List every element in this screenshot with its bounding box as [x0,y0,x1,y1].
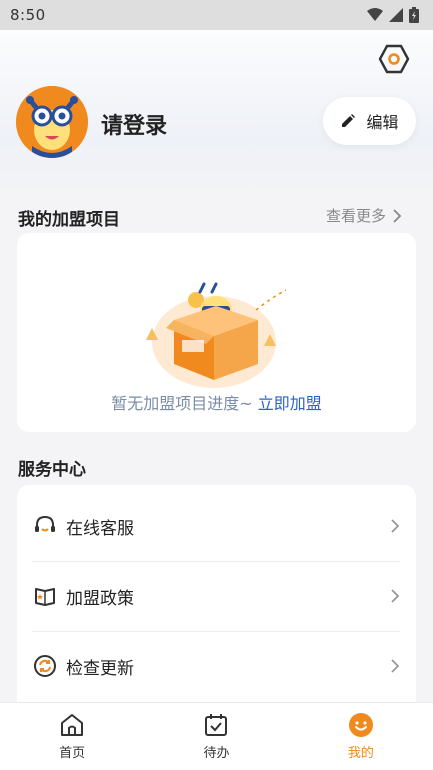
avatar[interactable] [16,86,88,158]
service-item-label: 在线客服 [66,518,134,539]
edit-profile-button[interactable]: 编辑 [323,97,416,145]
pencil-icon [342,114,356,127]
service-item-check-update[interactable]: 检查更新 [32,631,400,701]
service-item-label: 检查更新 [66,658,134,679]
view-more-link[interactable]: 查看更多 [326,205,402,226]
tab-mine[interactable]: 我的 [289,703,433,770]
chevron-right-icon [391,519,400,533]
wifi-icon [367,8,383,21]
book-icon [32,583,58,609]
view-more-label: 查看更多 [326,207,387,225]
calendar-check-icon [205,714,228,736]
mascot-avatar-icon [16,86,88,158]
tab-mine-label: 我的 [347,746,374,761]
tab-home-label: 首页 [59,746,86,761]
service-item-online-support[interactable]: 在线客服 [32,491,400,561]
franchise-section-title: 我的加盟项目 [18,210,120,230]
service-item-franchise-policy[interactable]: 加盟政策 [32,561,400,631]
empty-state-text: 暂无加盟项目进度~ [111,394,253,413]
tab-todo[interactable]: 待办 [144,703,288,770]
status-icons [367,7,419,23]
hexagon-settings-icon [378,44,410,74]
refresh-icon [32,653,58,679]
tab-home[interactable]: 首页 [0,703,144,770]
cell-signal-icon [389,8,403,22]
login-prompt[interactable]: 请登录 [101,108,167,140]
edit-label: 编辑 [366,113,399,132]
empty-box-illustration [136,280,296,390]
service-item-label: 加盟政策 [66,588,134,609]
headset-icon [32,513,58,539]
status-bar: 8:50 [0,0,433,30]
join-now-link[interactable]: 立即加盟 [258,394,322,413]
chevron-right-icon [391,659,400,673]
service-section-title: 服务中心 [18,460,86,480]
bottom-tab-bar: 首页 待办 我的 [0,702,433,770]
empty-box-mascot-icon [146,282,287,388]
smile-icon [348,713,373,737]
chevron-right-icon [391,589,400,603]
empty-state-message: 暂无加盟项目进度~ 立即加盟 [0,390,433,414]
tab-todo-label: 待办 [203,746,230,761]
battery-icon [409,7,419,23]
settings-button[interactable] [378,43,410,75]
home-icon [61,714,84,736]
status-time: 8:50 [10,6,46,24]
chevron-right-icon [393,208,402,223]
